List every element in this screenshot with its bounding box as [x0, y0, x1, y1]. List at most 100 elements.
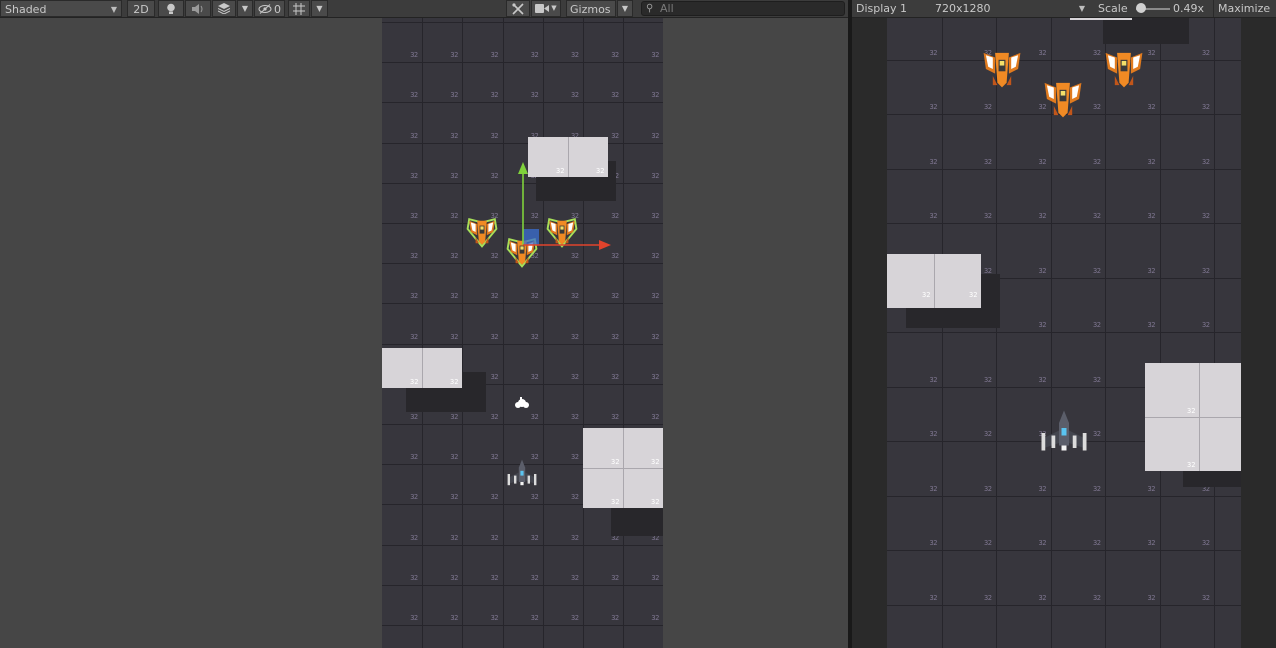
tile-label: 32 — [651, 292, 659, 301]
tile-label: 32 — [1147, 266, 1156, 275]
tile-label: 32 — [490, 292, 499, 301]
tile-label: 32 — [611, 332, 619, 341]
grid-line — [887, 604, 1241, 606]
tile-label: 32 — [611, 413, 619, 421]
grid-line — [382, 625, 663, 626]
tile-label: 32 — [651, 18, 659, 19]
tile-label: 32 — [410, 614, 418, 622]
tile-label: 32 — [1202, 157, 1210, 166]
camera-icon — [535, 4, 550, 13]
resolution-dropdown[interactable]: 720x1280 ▼ — [935, 0, 1091, 17]
tile-label: 32 — [530, 533, 539, 542]
tile-label: 32 — [450, 252, 458, 261]
enemy-ship[interactable] — [979, 46, 1025, 95]
tile-label: 32 — [611, 51, 619, 60]
scale-value: 0.49x — [1173, 2, 1205, 15]
tools-icon — [512, 2, 524, 15]
tile-label: 32 — [530, 614, 539, 622]
tile-label: 32 — [1202, 593, 1210, 602]
tile-label: 32 — [611, 458, 620, 466]
grid-line — [623, 18, 625, 648]
tile-label: 32 — [929, 212, 938, 220]
lighting-toggle[interactable] — [158, 0, 184, 17]
tile-label: 32 — [611, 91, 619, 100]
scene-toolbar: Shaded ▼ 2D ▼ 0 ▼ ▼ Gizmos ▼ ⚲ All — [0, 0, 848, 18]
tile-label: 32 — [571, 453, 579, 462]
tile-label: 32 — [1093, 321, 1101, 329]
camera-settings-button[interactable]: ▼ — [531, 0, 561, 17]
enemy-ship[interactable] — [466, 216, 498, 251]
move-gizmo-wrap[interactable] — [513, 158, 613, 261]
tile-label: 32 — [571, 573, 579, 582]
grid-line — [382, 303, 663, 305]
tile-label: 32 — [1038, 375, 1047, 384]
effects-dropdown[interactable]: ▼ — [237, 0, 253, 17]
tile-label: 32 — [410, 18, 418, 19]
tile-label: 32 — [410, 51, 418, 60]
grid-snap-dropdown[interactable]: ▼ — [311, 0, 328, 17]
enemy-ship[interactable] — [1040, 76, 1086, 125]
tile-label: 32 — [651, 91, 659, 100]
tile-label: 32 — [1147, 212, 1156, 220]
tile-label: 32 — [530, 91, 539, 100]
tools-button[interactable] — [506, 0, 530, 17]
tile-label: 32 — [490, 573, 499, 582]
tile-label: 32 — [410, 332, 418, 341]
tile-label: 32 — [611, 614, 619, 622]
tile-label: 32 — [571, 18, 579, 19]
shading-mode-dropdown[interactable]: Shaded ▼ — [0, 0, 122, 17]
scene-search-input[interactable]: ⚲ All — [641, 1, 845, 16]
tile-label: 32 — [450, 332, 458, 341]
tile-label: 32 — [984, 539, 992, 547]
scale-slider[interactable] — [1136, 0, 1172, 17]
player-ship[interactable] — [1039, 408, 1089, 461]
grid-line — [887, 550, 1241, 551]
tile-label: 32 — [530, 493, 539, 502]
player-ship[interactable] — [506, 458, 538, 493]
maximize-toggle[interactable]: Maximize — [1213, 0, 1275, 17]
scene-visibility-toggle[interactable]: 0 — [254, 0, 285, 17]
scale-slider-knob[interactable] — [1136, 3, 1147, 13]
game-toolbar: Display 1 720x1280 ▼ Scale 0.49x Maximiz… — [852, 0, 1276, 18]
particle-gizmo[interactable] — [513, 396, 531, 413]
grid-snap-toggle[interactable] — [288, 0, 310, 17]
tile-label: 32 — [410, 131, 418, 140]
enemy-ship[interactable] — [1101, 46, 1147, 95]
grid-line — [941, 18, 943, 648]
tile-label: 32 — [490, 372, 499, 381]
tile-label: 32 — [1093, 157, 1101, 166]
move-gizmo[interactable] — [513, 158, 613, 258]
chevron-down-icon: ▼ — [1078, 4, 1085, 13]
tile-label: 32 — [1093, 484, 1101, 493]
layers-icon — [218, 3, 230, 14]
tile-label: 32 — [490, 51, 499, 60]
tile-label: 32 — [490, 131, 499, 140]
2d-mode-toggle[interactable]: 2D — [127, 0, 155, 17]
grid-line — [887, 59, 1241, 61]
grid-snap-icon — [293, 2, 305, 15]
grid-line — [382, 424, 663, 425]
tile-label: 32 — [1202, 321, 1210, 329]
gizmos-dropdown[interactable]: ▼ — [617, 0, 633, 17]
tile-label: 32 — [450, 212, 458, 220]
audio-toggle[interactable] — [185, 0, 211, 17]
tile-label: 32 — [450, 91, 458, 100]
tile-label: 32 — [450, 131, 458, 140]
scene-view[interactable]: 32 32 32 32 32 32 32 32 32 32 32 32 32 32 32 32 32 32 32 32… — [0, 18, 848, 648]
grid-line — [422, 18, 424, 648]
wall-block: 32 32 — [382, 348, 462, 388]
tile-label: 32 — [490, 413, 499, 421]
display-dropdown[interactable]: Display 1 — [856, 0, 930, 17]
tile-label: 32 — [1147, 484, 1156, 493]
gizmos-button[interactable]: Gizmos — [566, 0, 616, 17]
tile-label: 32 — [571, 493, 579, 502]
scene-tilemap: 32 32 32 32 32 32 32 32 32 32 32 32 32 32 32 32 32 32 32 32… — [382, 18, 663, 648]
game-tilemap: 32 32 32 32 32 32 32 32 32 32 32 32 32 32 32 32 32 32 32 32… — [887, 18, 1241, 648]
grid-line — [502, 18, 504, 648]
game-view[interactable]: 32 32 32 32 32 32 32 32 32 32 32 32 32 32 32 32 32 32 32 32… — [852, 18, 1276, 648]
effects-toggle[interactable] — [212, 0, 236, 17]
tile-label: 32 — [1093, 212, 1101, 220]
tile-label: 32 — [450, 51, 458, 60]
scale-label: Scale — [1098, 2, 1128, 15]
tile-label: 32 — [410, 378, 419, 386]
